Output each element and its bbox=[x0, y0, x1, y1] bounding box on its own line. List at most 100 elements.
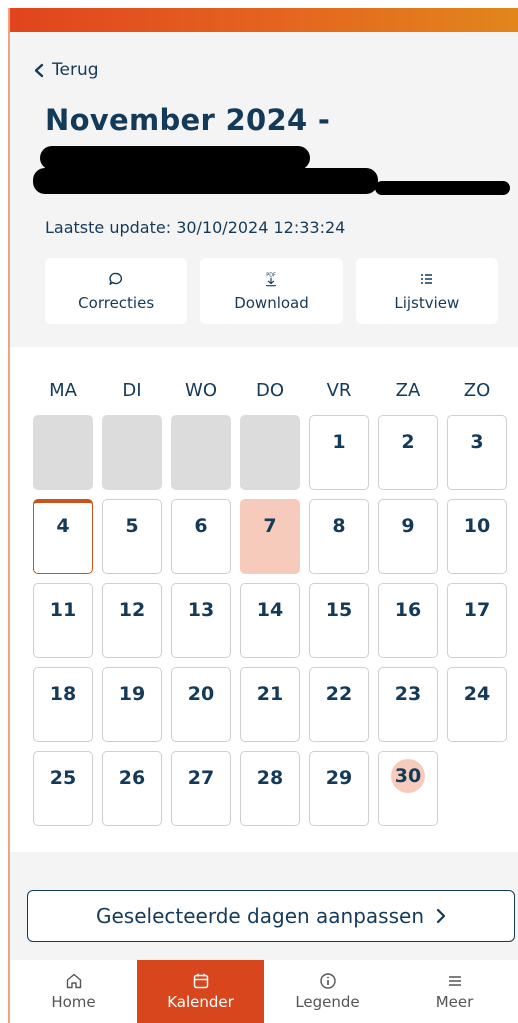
day-cell[interactable]: 10 bbox=[447, 499, 507, 574]
info-icon bbox=[319, 973, 336, 989]
day-number: 4 bbox=[56, 515, 70, 537]
day-cell[interactable]: 16 bbox=[378, 583, 438, 658]
svg-text:PDF: PDF bbox=[267, 272, 277, 278]
day-number: 24 bbox=[463, 683, 491, 705]
tab-kalender[interactable]: Kalender bbox=[137, 960, 264, 1023]
last-update-text: Laatste update: 30/10/2024 12:33:24 bbox=[45, 218, 346, 237]
day-cell[interactable]: 24 bbox=[447, 667, 507, 742]
day-cell[interactable]: 6 bbox=[171, 499, 231, 574]
day-number: 25 bbox=[49, 767, 77, 789]
day-cell[interactable]: 2 bbox=[378, 415, 438, 490]
day-cell[interactable]: 26 bbox=[102, 751, 162, 826]
home-icon bbox=[66, 973, 81, 989]
day-number: 9 bbox=[401, 515, 415, 537]
listview-label: Lijstview bbox=[394, 294, 460, 312]
tab-kalender-label: Kalender bbox=[167, 993, 234, 1011]
day-cell[interactable]: 5 bbox=[102, 499, 162, 574]
chevron-right-icon bbox=[436, 908, 446, 924]
day-cell[interactable]: 15 bbox=[309, 583, 369, 658]
day-cell[interactable]: 3 bbox=[447, 415, 507, 490]
menu-icon bbox=[448, 976, 461, 986]
bottom-tab-bar: Home Kalender Legende Meer bbox=[10, 960, 518, 1023]
tab-home[interactable]: Home bbox=[10, 960, 137, 1023]
calendar-icon bbox=[193, 973, 208, 989]
day-number: 16 bbox=[394, 599, 422, 621]
tab-meer-label: Meer bbox=[435, 993, 474, 1011]
list-icon bbox=[419, 270, 435, 288]
day-number: 10 bbox=[463, 515, 491, 537]
tab-legende-label: Legende bbox=[295, 993, 360, 1011]
weekday-label: ZO bbox=[463, 380, 491, 401]
day-number: 29 bbox=[325, 767, 353, 789]
back-button[interactable]: Terug bbox=[33, 60, 99, 80]
corrections-button[interactable]: Correcties bbox=[45, 258, 188, 324]
tab-meer[interactable]: Meer bbox=[391, 960, 518, 1023]
day-cell[interactable]: 28 bbox=[240, 751, 300, 826]
day-cell[interactable]: 7 bbox=[240, 499, 300, 574]
day-cell[interactable]: 21 bbox=[240, 667, 300, 742]
day-number: 30 bbox=[391, 759, 425, 793]
day-cell[interactable]: 8 bbox=[309, 499, 369, 574]
redaction-bar bbox=[33, 168, 378, 194]
day-cell[interactable]: 18 bbox=[33, 667, 93, 742]
redaction-bar bbox=[40, 146, 310, 170]
day-number: 13 bbox=[187, 599, 215, 621]
weekday-label: MA bbox=[49, 380, 77, 401]
chevron-left-icon bbox=[34, 63, 44, 77]
status-bar bbox=[10, 8, 518, 32]
weekday-label: DO bbox=[255, 380, 285, 401]
day-cell[interactable]: 9 bbox=[378, 499, 438, 574]
empty-day-cell bbox=[33, 415, 93, 490]
day-number: 18 bbox=[49, 683, 77, 705]
calendar-grid: 1 2 3 4 5 6 7 8 9 10 11 12 13 14 15 16 17 18 19 20 21 22 23 24 2… bbox=[33, 415, 509, 826]
download-button[interactable]: PDF Download bbox=[200, 258, 343, 324]
day-number: 17 bbox=[463, 599, 491, 621]
adjust-label: Geselecteerde dagen aanpassen bbox=[95, 904, 424, 928]
day-number: 1 bbox=[332, 431, 346, 453]
day-number: 23 bbox=[394, 683, 422, 705]
day-cell[interactable]: 1 bbox=[309, 415, 369, 490]
day-number: 15 bbox=[325, 599, 353, 621]
day-cell[interactable]: 19 bbox=[102, 667, 162, 742]
day-cell[interactable]: 30 bbox=[378, 751, 438, 826]
day-number: 27 bbox=[187, 767, 215, 789]
day-number: 3 bbox=[470, 431, 484, 453]
empty-day-cell bbox=[171, 415, 231, 490]
adjust-selected-days-button[interactable]: Geselecteerde dagen aanpassen bbox=[27, 890, 515, 942]
weekday-label: WO bbox=[185, 380, 217, 401]
day-cell[interactable]: 22 bbox=[309, 667, 369, 742]
day-number: 11 bbox=[49, 599, 77, 621]
day-number: 2 bbox=[401, 431, 415, 453]
day-number: 21 bbox=[256, 683, 284, 705]
day-number: 28 bbox=[256, 767, 284, 789]
day-cell[interactable]: 23 bbox=[378, 667, 438, 742]
day-number: 5 bbox=[125, 515, 139, 537]
day-cell[interactable]: 20 bbox=[171, 667, 231, 742]
back-label: Terug bbox=[52, 60, 99, 80]
listview-button[interactable]: Lijstview bbox=[355, 258, 498, 324]
download-label: Download bbox=[234, 294, 309, 312]
weekday-label: ZA bbox=[395, 380, 421, 401]
day-number: 19 bbox=[118, 683, 146, 705]
day-cell[interactable]: 11 bbox=[33, 583, 93, 658]
action-row: Correcties PDF Download Lijstview bbox=[45, 258, 498, 324]
day-number: 14 bbox=[256, 599, 284, 621]
day-cell[interactable]: 25 bbox=[33, 751, 93, 826]
page-title: November 2024 - bbox=[45, 103, 331, 137]
empty-day-cell bbox=[240, 415, 300, 490]
day-number: 22 bbox=[325, 683, 353, 705]
tab-legende[interactable]: Legende bbox=[264, 960, 391, 1023]
day-number: 26 bbox=[118, 767, 146, 789]
day-cell[interactable]: 29 bbox=[309, 751, 369, 826]
day-number: 12 bbox=[118, 599, 146, 621]
day-cell[interactable]: 13 bbox=[171, 583, 231, 658]
weekday-label: VR bbox=[326, 380, 352, 401]
corrections-label: Correcties bbox=[78, 294, 155, 312]
chat-bubble-icon bbox=[108, 270, 124, 288]
day-cell[interactable]: 12 bbox=[102, 583, 162, 658]
tab-home-label: Home bbox=[51, 993, 96, 1011]
day-cell[interactable]: 4 bbox=[33, 499, 93, 574]
day-cell[interactable]: 27 bbox=[171, 751, 231, 826]
day-cell[interactable]: 14 bbox=[240, 583, 300, 658]
day-cell[interactable]: 17 bbox=[447, 583, 507, 658]
